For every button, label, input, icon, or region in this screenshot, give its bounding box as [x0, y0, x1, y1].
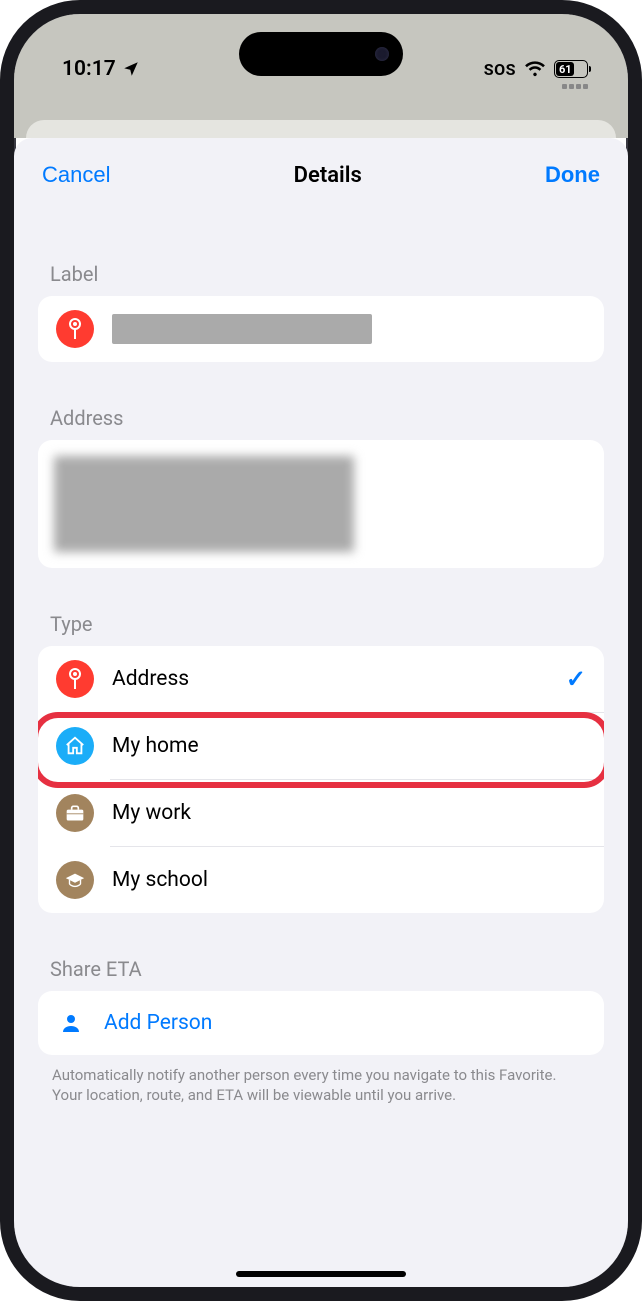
share-eta-footnote: Automatically notify another person ever…	[38, 1055, 604, 1106]
add-person-label: Add Person	[104, 1011, 212, 1035]
type-label: My work	[112, 801, 586, 825]
home-icon	[56, 727, 94, 765]
nav-bar: Cancel Details Done	[14, 138, 628, 202]
wifi-icon	[524, 60, 546, 78]
type-row-address[interactable]: Address ✓	[38, 646, 604, 712]
details-sheet: Cancel Details Done Label Address Type	[14, 138, 628, 1287]
type-label: My school	[112, 868, 586, 892]
type-row-work[interactable]: My work	[38, 780, 604, 846]
section-header-label: Label	[38, 202, 604, 296]
pin-icon	[56, 660, 94, 698]
label-card	[38, 296, 604, 362]
briefcase-icon	[56, 794, 94, 832]
camera-icon	[375, 47, 389, 61]
section-header-share: Share ETA	[38, 913, 604, 991]
control-dots-icon	[562, 84, 588, 89]
home-indicator[interactable]	[236, 1271, 406, 1277]
label-row[interactable]	[38, 296, 604, 362]
person-icon	[56, 1008, 86, 1038]
redacted-label-text	[112, 314, 372, 344]
add-person-row[interactable]: Add Person	[38, 991, 604, 1055]
nav-title: Details	[294, 163, 362, 188]
type-row-school[interactable]: My school	[38, 847, 604, 913]
share-eta-card: Add Person	[38, 991, 604, 1055]
dynamic-island	[239, 32, 403, 76]
address-card[interactable]	[38, 440, 604, 568]
iphone-frame: 10:17 SOS 61 Cancel Details Done Label	[0, 0, 642, 1301]
redacted-address-text	[54, 456, 354, 552]
status-time: 10:17	[62, 57, 116, 81]
sheet-backdrop	[14, 104, 628, 138]
type-card: Address ✓ My home My work	[38, 646, 604, 913]
type-label: Address	[112, 667, 548, 691]
section-header-type: Type	[38, 568, 604, 646]
battery-icon: 61	[554, 60, 588, 78]
checkmark-icon: ✓	[566, 665, 586, 693]
sheet-content: Label Address Type Addr	[14, 202, 628, 1106]
location-arrow-icon	[122, 60, 140, 78]
graduation-cap-icon	[56, 861, 94, 899]
type-label: My home	[112, 734, 586, 758]
section-header-address: Address	[38, 362, 604, 440]
cancel-button[interactable]: Cancel	[42, 162, 110, 188]
type-row-home[interactable]: My home	[38, 713, 604, 779]
sos-indicator: SOS	[484, 60, 516, 79]
pin-icon	[56, 310, 94, 348]
done-button[interactable]: Done	[545, 162, 600, 188]
